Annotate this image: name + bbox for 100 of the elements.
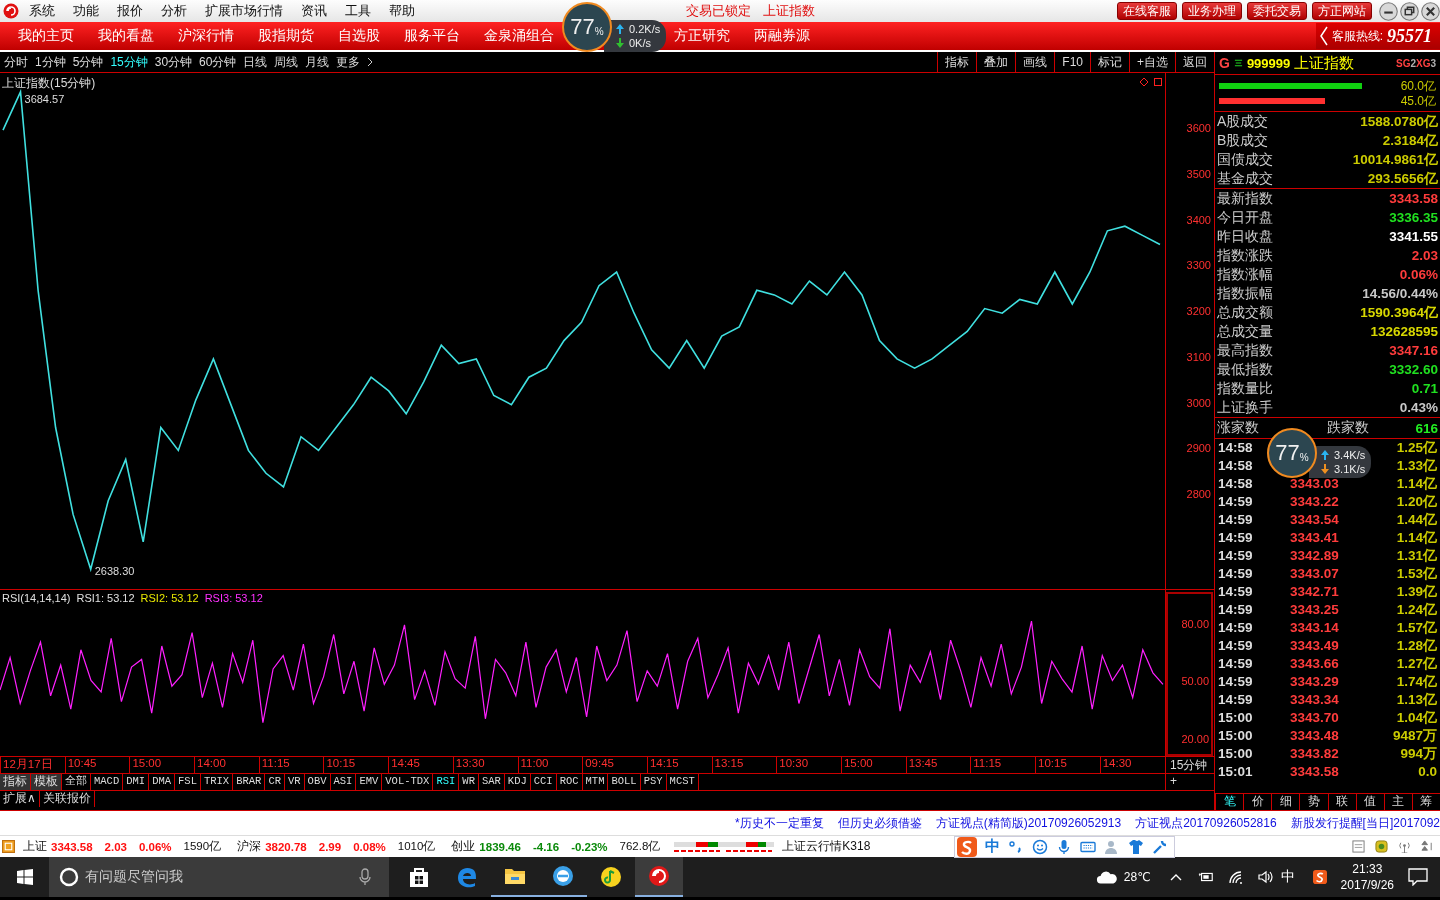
indicator-tab[interactable]: TRIX	[200, 774, 234, 790]
diamond-icon[interactable]	[1139, 77, 1149, 87]
menu-item[interactable]: 资讯	[301, 2, 327, 20]
panel-tab[interactable]: 扩展∧	[0, 791, 40, 807]
indicator-tab[interactable]: MTM	[582, 774, 609, 790]
tick-volume: 9487万	[1391, 727, 1437, 745]
period-tab[interactable]: 15分钟	[110, 53, 148, 71]
menu-item[interactable]: 分析	[161, 2, 187, 20]
indicator-tab[interactable]: ROC	[556, 774, 583, 790]
sort-icon[interactable]	[1421, 840, 1434, 853]
nav-tab[interactable]: 我的主页	[18, 27, 74, 45]
tick-volume: 1.53亿	[1395, 565, 1437, 583]
indicator-legend: RSI1: 53.12	[76, 592, 135, 604]
menu-item[interactable]: 功能	[73, 2, 99, 20]
news-link[interactable]: 方证视点20170926052816	[1135, 814, 1277, 832]
ime-mode[interactable]: 中	[985, 837, 1001, 856]
news-link[interactable]: 新股发行提醒[当日]2017092	[1290, 814, 1440, 832]
swirl-app-icon[interactable]	[635, 857, 683, 897]
indicator-tab[interactable]: CR	[265, 774, 285, 790]
nav-tab[interactable]: 金泉涌组合	[484, 27, 554, 45]
indicator-tab[interactable]: EMV	[356, 774, 383, 790]
menu-item[interactable]: 系统	[29, 2, 55, 20]
clock-time[interactable]: 21:33	[1352, 861, 1383, 877]
gauge-ring[interactable]: 77%	[1267, 428, 1317, 478]
nav-tab[interactable]: 服务平台	[404, 27, 460, 45]
stat-label: B股成交	[1217, 131, 1269, 150]
indicator-tab[interactable]: BRAR	[233, 774, 266, 790]
add-button[interactable]: +	[1166, 774, 1214, 790]
header-button[interactable]: 在线客服	[1117, 2, 1177, 20]
indicator-tab[interactable]: FSL	[175, 774, 201, 790]
nav-tab[interactable]: 我的看盘	[98, 27, 154, 45]
indicator-tab[interactable]: 全部	[62, 774, 91, 790]
news-link[interactable]: 但历史必须借鉴	[837, 814, 922, 832]
menu-item[interactable]: 帮助	[389, 2, 415, 20]
indicator-tab[interactable]: VR	[285, 774, 305, 790]
shirt-icon[interactable]	[1128, 838, 1145, 855]
header-button[interactable]: 委托交易	[1247, 2, 1307, 20]
close-icon[interactable]	[1421, 1, 1440, 21]
minimize-icon[interactable]	[1379, 1, 1398, 21]
nav-tab[interactable]: 沪深行情	[178, 27, 234, 45]
indicator-tab[interactable]: SAR	[478, 774, 505, 790]
news-link[interactable]: 方证视点(精简版)20170926052913	[935, 814, 1122, 832]
period-tab[interactable]: 60分钟	[199, 53, 237, 71]
battery-icon[interactable]	[1197, 870, 1214, 884]
indicator-tab[interactable]: CCI	[530, 774, 557, 790]
indicator-tab[interactable]: VOL-TDX	[382, 774, 434, 790]
input-language[interactable]: 中	[1280, 868, 1295, 886]
indicator-tab[interactable]: OBV	[304, 774, 331, 790]
search-field[interactable]: 有问题尽管问我	[49, 857, 389, 897]
indicator-tab[interactable]: MCST	[666, 774, 699, 790]
time-label: 11:15	[258, 757, 324, 773]
panel-tab[interactable]: 关联报价	[39, 791, 95, 807]
speaker-icon[interactable]	[1257, 870, 1274, 884]
smiley-icon[interactable]	[1032, 838, 1049, 855]
windows-start-icon[interactable]	[17, 869, 33, 885]
wrench-icon[interactable]	[1152, 838, 1169, 855]
window-icon[interactable]	[2, 840, 15, 853]
indicator-tab[interactable]: DMI	[123, 774, 150, 790]
indicator-tab[interactable]: RSI	[433, 774, 460, 790]
indicator-tab[interactable]: DMA	[149, 774, 176, 790]
period-tab[interactable]: 周线	[274, 53, 299, 71]
period-tab[interactable]: 1分钟	[35, 53, 66, 71]
nav-tab[interactable]: 自选股	[338, 27, 380, 45]
news-link[interactable]: *历史不一定重复	[735, 814, 824, 832]
period-tab[interactable]: 30分钟	[154, 53, 193, 71]
indicator-tab[interactable]: KDJ	[504, 774, 531, 790]
indicator-tab[interactable]: 模板	[31, 774, 62, 790]
indicator-tab[interactable]: 指标	[0, 774, 31, 790]
weather-cloud-icon[interactable]	[1095, 869, 1118, 885]
period-tab[interactable]: 更多	[336, 53, 361, 71]
microphone-icon[interactable]	[359, 868, 371, 886]
indicator-tab[interactable]: WR	[459, 774, 479, 790]
header-button[interactable]: 方正网站	[1312, 2, 1372, 20]
square-icon[interactable]	[1153, 77, 1163, 87]
restore-icon[interactable]	[1400, 1, 1419, 21]
wifi-icon[interactable]	[1227, 870, 1244, 884]
period-tab[interactable]: 月线	[305, 53, 330, 71]
indicator-tab[interactable]: BOLL	[608, 774, 641, 790]
stat-value: 132628595	[1370, 323, 1438, 341]
menu-icon[interactable]	[1233, 58, 1243, 68]
header-button[interactable]: 业务办理	[1182, 2, 1242, 20]
indicator-tab[interactable]: PSY	[640, 774, 667, 790]
sogou-icon[interactable]	[1311, 870, 1328, 884]
time-label: 15:00	[840, 757, 906, 773]
menu-item[interactable]: 工具	[345, 2, 371, 20]
indicator-tab[interactable]: MACD	[91, 774, 124, 790]
nav-tab[interactable]: 方正研究	[674, 27, 730, 45]
period-tab[interactable]: 日线	[243, 53, 268, 71]
antenna-icon[interactable]	[1398, 840, 1411, 853]
clock-date[interactable]: 2017/9/26	[1340, 877, 1394, 893]
coin-icon[interactable]	[1375, 840, 1388, 853]
period-tab[interactable]: 分时	[4, 53, 28, 71]
notification-icon[interactable]	[1408, 868, 1428, 886]
chevron-right-icon[interactable]	[367, 57, 374, 67]
menu-item[interactable]: 扩展市场行情	[205, 2, 283, 20]
menu-item[interactable]: 报价	[117, 2, 143, 20]
nav-tab[interactable]: 两融券源	[754, 27, 810, 45]
indicator-tab[interactable]: ASI	[330, 774, 357, 790]
nav-tab[interactable]: 股指期货	[258, 27, 314, 45]
period-tab[interactable]: 5分钟	[72, 53, 104, 71]
